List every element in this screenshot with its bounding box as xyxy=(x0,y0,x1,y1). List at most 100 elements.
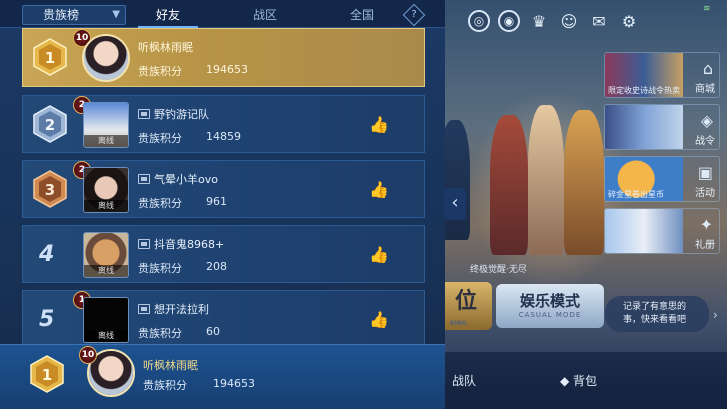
casual-mode-sub: CASUAL MODE xyxy=(518,311,582,319)
flag-icon xyxy=(138,109,150,119)
shop-icon: ⌂ xyxy=(702,59,713,78)
ranked-mode-label: 位 xyxy=(454,289,477,314)
gift-card[interactable]: ✦ 礼册 xyxy=(604,208,720,254)
avatar[interactable]: 离线 xyxy=(83,232,129,278)
record-icon[interactable]: ◎ xyxy=(468,10,490,32)
chevron-right-icon[interactable]: › xyxy=(713,308,718,322)
list-item[interactable]: 1 10 听枫林雨眠 贵族积分 194653 xyxy=(22,28,425,87)
my-rank-bar: 1 10 听枫林雨眠 贵族积分 194653 xyxy=(0,344,445,409)
gold-rank-badge-icon: 1 xyxy=(30,355,64,393)
shop-card[interactable]: ⌂ 限定收史诗战令热卖 商城 xyxy=(604,52,720,98)
flag-icon xyxy=(138,304,150,314)
player-name-text: 气晕小羊ovo xyxy=(154,173,218,186)
thumbs-up-icon[interactable]: 👍 xyxy=(368,245,390,265)
score-value: 194653 xyxy=(206,63,248,76)
score-value: 961 xyxy=(206,195,227,208)
top-icon-bar: ◎ ◉ ♛ ☺ ✉ ⚙ xyxy=(468,10,640,32)
flag-icon xyxy=(138,239,150,249)
casual-mode-label: 娱乐模式 xyxy=(519,292,580,310)
player-name: 气晕小羊ovo xyxy=(138,171,218,187)
list-item[interactable]: 4 离线 抖音鬼8968+ 贵族积分 208 👍 xyxy=(22,225,425,283)
flag-icon xyxy=(138,174,150,184)
battlepass-image xyxy=(605,105,683,149)
player-name-text: 抖音鬼8968+ xyxy=(154,238,225,251)
side-cards: ⌂ 限定收史诗战令热卖 商城 ◈ 战令 ▣ 碎金星卷出星币 活动 ✦ 礼册 xyxy=(604,52,720,260)
player-name-text: 听枫林雨眠 xyxy=(143,359,198,372)
tip-bubble[interactable]: 记录了有意思的事，快来看看吧 xyxy=(605,296,709,332)
hero-figure xyxy=(490,115,528,255)
avatar[interactable]: 离线 xyxy=(83,167,129,213)
gear-icon[interactable]: ⚙ xyxy=(618,10,640,32)
tab-region[interactable]: 战区 xyxy=(253,6,277,23)
player-name-text: 听枫林雨眠 xyxy=(138,41,193,54)
casual-mode-button[interactable]: 娱乐模式 CASUAL MODE xyxy=(496,284,604,328)
tip-text: 记录了有意思的事，快来看看吧 xyxy=(623,302,687,325)
score-label: 贵族积分 xyxy=(138,197,182,210)
eye-icon[interactable]: ◉ xyxy=(498,10,520,32)
board-dropdown[interactable]: 贵族榜 ▼ xyxy=(22,5,126,25)
avatar[interactable]: 离线 xyxy=(83,102,129,148)
board-dropdown-label: 贵族榜 xyxy=(43,8,80,22)
gold-rank-badge-icon: 1 xyxy=(33,38,67,76)
tab-national[interactable]: 全国 xyxy=(350,6,374,23)
score-label: 贵族积分 xyxy=(138,262,182,275)
player-name: 野钓游记队 xyxy=(138,106,209,122)
offline-tag: 离线 xyxy=(84,330,128,342)
player-name-text: 想开法拉利 xyxy=(154,303,209,316)
bag-icon: ◆ xyxy=(560,374,574,388)
hero-figure xyxy=(564,110,604,255)
battlepass-icon: ◈ xyxy=(700,111,713,130)
list-item[interactable]: 2 2 离线 野钓游记队 贵族积分 14859 👍 xyxy=(22,95,425,153)
event-label: 活动 xyxy=(695,188,715,199)
event-icon: ▣ xyxy=(697,163,713,182)
avatar[interactable]: 离线 xyxy=(83,297,129,343)
player-name: 听枫林雨眠 xyxy=(143,357,198,373)
bag-button[interactable]: ◆ 背包 xyxy=(560,372,597,389)
wifi-icon: ≋ xyxy=(703,4,711,14)
rank-number: 3 xyxy=(45,181,55,199)
team-label: 战队 xyxy=(452,374,477,388)
bag-label: 背包 xyxy=(573,374,598,388)
rank-number: 1 xyxy=(45,49,55,67)
score-label: 贵族积分 xyxy=(143,379,187,392)
ranked-mode-button[interactable]: 位 KING xyxy=(440,282,492,330)
rank-number: 2 xyxy=(45,116,55,134)
thumbs-up-icon[interactable]: 👍 xyxy=(368,310,390,330)
bronze-rank-badge-icon: 3 xyxy=(33,170,67,208)
player-name: 听枫林雨眠 xyxy=(138,39,193,55)
help-icon[interactable]: ? xyxy=(402,3,426,27)
list-item[interactable]: 3 2 离线 气晕小羊ovo 贵族积分 961 👍 xyxy=(22,160,425,218)
mail-icon[interactable]: ✉ xyxy=(588,10,610,32)
list-item[interactable]: 5 1 离线 想开法拉利 贵族积分 60 👍 xyxy=(22,290,425,348)
thumbs-up-icon[interactable]: 👍 xyxy=(368,180,390,200)
score-label: 贵族积分 xyxy=(138,327,182,340)
team-button[interactable]: 战队 xyxy=(452,372,476,389)
battlepass-card[interactable]: ◈ 战令 xyxy=(604,104,720,150)
avatar[interactable] xyxy=(82,34,130,82)
gift-image xyxy=(605,209,683,253)
tab-bar: 贵族榜 ▼ 好友 战区 全国 ? xyxy=(0,0,445,28)
ranked-mode-sub: KING xyxy=(450,320,467,327)
collapse-panel-button[interactable]: ‹ xyxy=(444,188,466,220)
leaderboard-list: 1 10 听枫林雨眠 贵族积分 194653 2 2 离线 野钓游记队 贵族积分… xyxy=(22,28,425,355)
player-name: 想开法拉利 xyxy=(138,301,209,317)
thumbs-up-icon[interactable]: 👍 xyxy=(368,115,390,135)
silver-rank-badge-icon: 2 xyxy=(33,105,67,143)
friends-icon[interactable]: ☺ xyxy=(558,10,580,32)
offline-tag: 离线 xyxy=(84,265,128,277)
hero-figure xyxy=(528,105,564,255)
banner-text: 终极觉醒·无尽 xyxy=(470,265,527,275)
rank-number: 4 xyxy=(39,242,55,267)
noble-level-badge: 10 xyxy=(79,346,97,364)
gift-icon: ✦ xyxy=(699,215,713,234)
offline-tag: 离线 xyxy=(84,135,128,147)
tab-friends[interactable]: 好友 xyxy=(156,6,180,23)
gift-label: 礼册 xyxy=(695,240,715,251)
score-label: 贵族积分 xyxy=(138,65,182,78)
shop-caption: 限定收史诗战令热卖 xyxy=(608,86,680,95)
event-card[interactable]: ▣ 碎金星卷出星币 活动 xyxy=(604,156,720,202)
trophy-icon[interactable]: ♛ xyxy=(528,10,550,32)
chevron-down-icon: ▼ xyxy=(112,9,120,20)
player-name: 抖音鬼8968+ xyxy=(138,236,224,252)
shop-label: 商城 xyxy=(695,84,715,95)
